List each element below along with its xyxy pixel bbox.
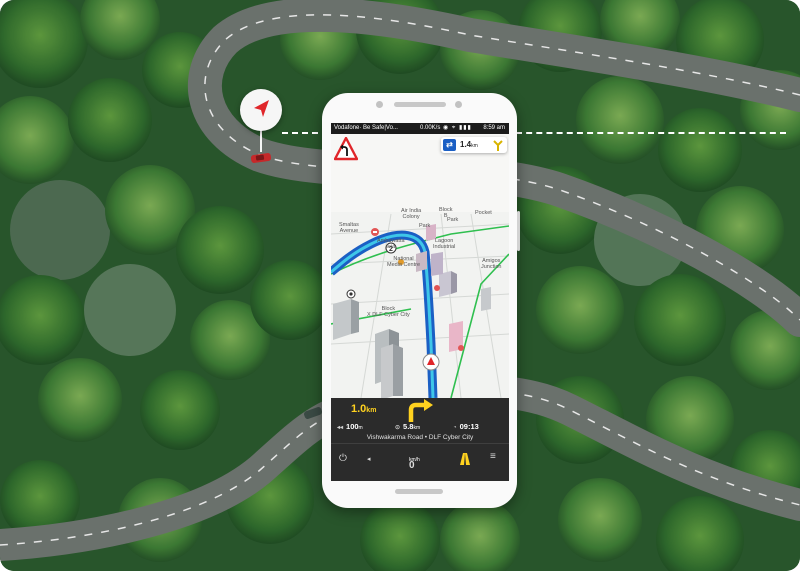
route-connector-line-right (516, 132, 786, 134)
phone-sensor (376, 101, 383, 108)
volume-icon[interactable]: ◂ (367, 455, 371, 463)
menu-icon[interactable]: ≡ (490, 451, 496, 462)
map-label-park-1: Park (419, 223, 431, 229)
current-speed: 0 km/h (409, 457, 420, 471)
bottom-toolbar: ⏻ ◂ 0 km/h ≡ (331, 446, 509, 476)
remaining-turns-distance: ◂◂ 100m (337, 422, 363, 431)
map-label-pocket: Pocket (475, 210, 492, 216)
map-label-lagoon: Lagoon Industrial (433, 238, 456, 250)
phone-home-bar (395, 489, 443, 494)
phone-speaker (394, 102, 446, 107)
status-icons: ◉ ⌖ ▮▮▮ (443, 125, 472, 131)
highway-icon: ⇄ (443, 139, 456, 151)
dark-car (303, 406, 323, 424)
turn-warning-sign (333, 136, 359, 161)
status-time: 8:59 am (483, 125, 505, 131)
location-pin-stem (260, 130, 262, 152)
map-label-ambawatta: Ambawatta Ieia (377, 238, 405, 250)
status-bar: Vodafone· Be Safe|Vo... 0.00K/s ◉ ⌖ ▮▮▮ … (331, 123, 509, 134)
map-label-smaltas: Smaltas Avenue (339, 222, 359, 234)
red-car (250, 151, 272, 169)
map-label-dlf-block: Block X DLF Cyber City (367, 306, 410, 318)
turn-right-arrow-icon (408, 399, 433, 422)
lane-guidance-box: ⇄ 1.4km (441, 137, 507, 153)
location-pin (240, 89, 282, 131)
3d-map-view[interactable]: 2 Air India Colony Block B Pocket Smaltas A… (331, 134, 509, 398)
phone-side-button (517, 211, 520, 251)
fork-arrow-icon (493, 140, 503, 151)
panel-divider (331, 443, 509, 444)
eta-time: ◔ 09:13 (453, 422, 479, 431)
navigation-info-panel: 1.0km ◂◂ 100m ⊙ 5.8km ◔ 09:13 Vishwakarma R… (331, 398, 509, 481)
smartphone: Vodafone· Be Safe|Vo... 0.00K/s ◉ ⌖ ▮▮▮ … (322, 93, 520, 508)
turn-left-warning-icon (333, 136, 359, 161)
map-label-national-media: National Media Centre (387, 256, 421, 268)
power-icon[interactable]: ⏻ (339, 453, 347, 464)
map-label-amigos: Amigos Junction (481, 258, 502, 270)
lane-distance: 1.4km (460, 140, 478, 149)
map-label-air-india: Air India Colony (401, 208, 422, 220)
total-distance: ⊙ 5.8km (395, 422, 421, 431)
network-speed: 0.00K/s (420, 125, 441, 131)
current-road-name: Vishwakarma Road • DLF Cyber City (366, 434, 474, 441)
front-camera (455, 101, 462, 108)
lane-assist-icon[interactable] (459, 452, 471, 470)
next-turn-distance: 1.0km (351, 403, 377, 415)
navigation-arrow-icon (254, 100, 269, 117)
navigation-app-screen: Vodafone· Be Safe|Vo... 0.00K/s ◉ ⌖ ▮▮▮ … (331, 123, 509, 481)
carrier-label: Vodafone· Be Safe|Vo... (334, 125, 398, 131)
map-label-park-2: Park (447, 217, 459, 223)
aerial-forest-background: Vodafone· Be Safe|Vo... 0.00K/s ◉ ⌖ ▮▮▮ … (0, 0, 800, 571)
